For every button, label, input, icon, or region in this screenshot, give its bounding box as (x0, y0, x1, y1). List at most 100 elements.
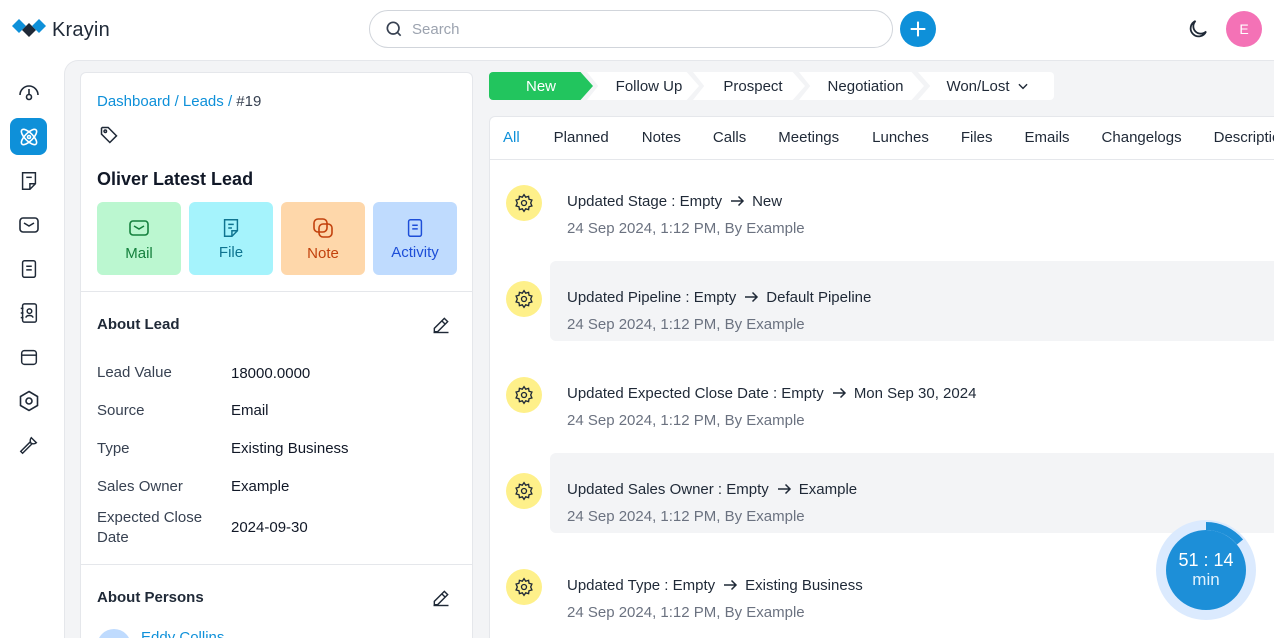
stage-pipeline: New Follow Up Prospect Negotiation Won/L… (489, 72, 1054, 100)
arrow-right-icon (724, 579, 738, 591)
field-value: Example (231, 478, 290, 495)
timer-time: 51 : 14 (1178, 550, 1234, 570)
mail-icon (129, 219, 149, 236)
breadcrumb-separator: / (227, 93, 233, 110)
field-label: Expected Close Date (97, 509, 203, 546)
breadcrumb-dashboard[interactable]: Dashboard (97, 93, 170, 110)
breadcrumb-separator: / (174, 93, 179, 110)
sidebar-item-leads[interactable] (10, 118, 47, 155)
changelog-entry: Updated Pipeline : Empty Default Pipelin… (506, 261, 1274, 361)
entry-title-to: Mon Sep 30, 2024 (853, 384, 977, 402)
tab-lunches[interactable]: Lunches (872, 117, 929, 159)
user-avatar[interactable]: E (1226, 11, 1262, 47)
entry-meta: 24 Sep 2024, 1:12 PM, By Example (567, 412, 805, 429)
tab-files[interactable]: Files (961, 117, 993, 159)
timer-unit: min (1192, 570, 1220, 589)
person-item[interactable]: Eddy Collins (97, 629, 224, 638)
stage-follow-up[interactable]: Follow Up (587, 72, 699, 100)
pencil-icon (433, 590, 449, 607)
entry-title: Updated Pipeline : Empty Default Pipelin… (567, 288, 871, 306)
lead-actions: Mail File Note Activity (97, 202, 457, 275)
settings-gear-icon (506, 569, 542, 605)
stage-won-lost[interactable]: Won/Lost (918, 72, 1054, 100)
activity-action-label: Activity (391, 243, 439, 261)
krayin-logo-icon (12, 19, 46, 37)
dark-mode-toggle[interactable] (1186, 17, 1210, 46)
tab-planned[interactable]: Planned (554, 117, 609, 159)
divider (81, 291, 472, 292)
clipboard-icon (21, 259, 36, 278)
quick-create-button[interactable] (900, 11, 936, 47)
sidebar-item-contacts[interactable] (10, 294, 47, 331)
entry-title-text: Updated Pipeline : Empty (567, 288, 737, 306)
pencil-icon (433, 317, 449, 334)
activity-action-button[interactable]: Activity (373, 202, 457, 275)
sidebar-item-configuration[interactable] (10, 426, 47, 463)
archive-box-icon (20, 349, 37, 365)
atom-icon (20, 128, 37, 145)
breadcrumb-leads[interactable]: Leads (183, 93, 224, 110)
person-avatar (97, 629, 131, 638)
file-action-button[interactable]: File (189, 202, 273, 275)
stage-negotiation[interactable]: Negotiation (799, 72, 924, 100)
tab-description[interactable]: Description (1214, 117, 1274, 159)
field-value: 18000.0000 (231, 365, 311, 382)
lead-details-panel: Dashboard / Leads / #19 Oliver Latest Le… (80, 72, 473, 638)
edit-persons-button[interactable] (431, 588, 451, 613)
arrow-right-icon (832, 387, 846, 399)
plus-icon (910, 21, 926, 37)
file-icon (223, 218, 239, 237)
tab-all[interactable]: All (503, 117, 520, 159)
field-value: 2024-09-30 (231, 519, 308, 536)
about-persons-title: About Persons (97, 589, 204, 606)
search-bar[interactable] (369, 10, 893, 48)
top-bar: Krayin E (0, 0, 1274, 58)
breadcrumb: Dashboard / Leads / #19 (97, 93, 261, 110)
entry-title-text: Updated Stage : Empty (567, 192, 723, 210)
timer-widget[interactable]: 51 : 14 min (1166, 530, 1246, 610)
person-name[interactable]: Eddy Collins (141, 629, 224, 638)
sidebar-item-mail[interactable] (10, 206, 47, 243)
tab-changelogs[interactable]: Changelogs (1102, 117, 1182, 159)
about-lead-title: About Lead (97, 316, 180, 333)
file-action-label: File (218, 243, 244, 261)
mail-action-button[interactable]: Mail (97, 202, 181, 275)
sidebar-item-products[interactable] (10, 338, 47, 375)
arrow-right-icon (745, 291, 759, 303)
search-icon (386, 21, 402, 37)
stage-won-lost-label: Won/Lost (946, 77, 1010, 95)
field-label: Type (97, 440, 130, 457)
search-input[interactable] (412, 20, 872, 38)
tab-notes[interactable]: Notes (642, 117, 681, 159)
sidebar-item-settings[interactable] (10, 382, 47, 419)
sidebar-item-dashboard[interactable] (10, 74, 47, 111)
add-tag-button[interactable] (99, 125, 119, 150)
entry-meta: 24 Sep 2024, 1:12 PM, By Example (567, 508, 805, 525)
logo[interactable]: Krayin (12, 17, 110, 43)
lead-title: Oliver Latest Lead (97, 169, 254, 189)
activity-icon (407, 218, 423, 237)
tab-meetings[interactable]: Meetings (778, 117, 839, 159)
mail-icon (18, 216, 39, 233)
divider (81, 564, 472, 565)
entry-meta: 24 Sep 2024, 1:12 PM, By Example (567, 220, 805, 237)
sidebar (0, 58, 60, 638)
note-action-button[interactable]: Note (281, 202, 365, 275)
sidebar-item-activities[interactable] (10, 250, 47, 287)
app-name: Krayin (52, 18, 110, 41)
mail-action-label: Mail (125, 244, 153, 262)
moon-icon (1189, 20, 1207, 38)
edit-lead-button[interactable] (431, 315, 451, 340)
field-value: Email (231, 402, 269, 419)
stage-new[interactable]: New (489, 72, 593, 100)
settings-gear-icon (506, 185, 542, 221)
tag-icon (100, 126, 118, 144)
entry-title: Updated Stage : Empty New (567, 192, 782, 210)
stage-prospect[interactable]: Prospect (693, 72, 805, 100)
tab-emails[interactable]: Emails (1025, 117, 1070, 159)
arrow-right-icon (731, 195, 745, 207)
contact-book-icon (20, 302, 37, 323)
sidebar-item-quotes[interactable] (10, 162, 47, 199)
field-label: Source (97, 402, 145, 419)
tab-calls[interactable]: Calls (713, 117, 746, 159)
